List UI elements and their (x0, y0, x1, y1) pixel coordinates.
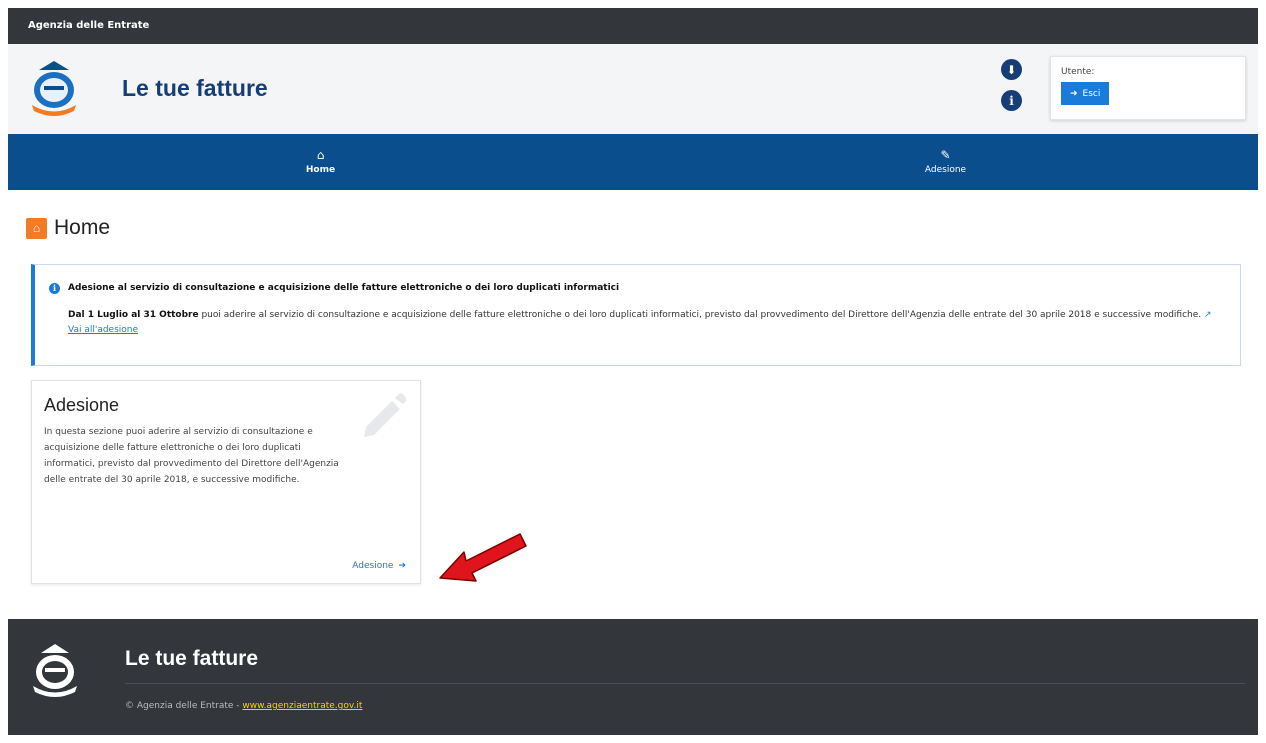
card-text: In questa sezione puoi aderire al serviz… (44, 427, 339, 485)
app-title: Le tue fatture (122, 75, 268, 101)
home-icon: ⌂ (316, 148, 325, 162)
alert-adesione-link[interactable]: Vai all'adesione (68, 325, 138, 335)
card-adesione-link[interactable]: Adesione ➔ (352, 561, 406, 571)
page-frame: Agenzia delle Entrate Le tue fatture ⬇ i… (8, 8, 1258, 735)
logout-icon: ➜ (1070, 88, 1078, 99)
main-content: ⌂ Home i Adesione al servizio di consult… (8, 190, 1258, 620)
nav-item-adesione[interactable]: ✎ Adesione (633, 134, 1258, 190)
footer-copyright: © Agenzia delle Entrate - www.agenziaent… (125, 701, 362, 711)
info-icon[interactable]: i (1001, 90, 1022, 111)
external-link-icon: ↗ (1204, 310, 1212, 320)
annotation-arrow-icon (439, 533, 527, 582)
alert-body-text: puoi aderire al servizio di consultazion… (198, 310, 1202, 320)
home-badge-icon: ⌂ (26, 217, 47, 239)
card-title: Adesione (44, 395, 120, 415)
alert-heading: i Adesione al servizio di consultazione … (49, 281, 1226, 296)
alert-period: Dal 1 Luglio al 31 Ottobre (68, 310, 199, 320)
main-nav: ⌂ Home ✎ Adesione (8, 134, 1258, 190)
info-alert: i Adesione al servizio di consultazione … (31, 264, 1241, 366)
footer-divider (125, 683, 1245, 684)
agency-site-link[interactable]: www.agenziaentrate.gov.it (242, 701, 362, 711)
user-label: Utente: (1061, 67, 1095, 77)
alert-body: Dal 1 Luglio al 31 Ottobre puoi aderire … (49, 308, 1226, 338)
logout-label: Esci (1082, 88, 1101, 99)
card-link-label: Adesione (352, 561, 394, 571)
nav-item-home[interactable]: ⌂ Home (8, 134, 633, 190)
footer-title: Le tue fatture (125, 647, 259, 670)
top-bar: Agenzia delle Entrate (8, 8, 1258, 44)
page-title: ⌂ Home (26, 216, 110, 240)
header-icons: ⬇ i (1001, 59, 1023, 121)
pencil-icon: ✎ (940, 148, 951, 162)
arrow-right-icon: ➔ (398, 561, 406, 571)
footer-agency-logo (33, 644, 77, 697)
agency-logo[interactable] (28, 58, 80, 116)
page-title-text: Home (54, 216, 111, 239)
logout-button[interactable]: ➜ Esci (1061, 82, 1110, 105)
header: Le tue fatture ⬇ i Utente: ➜ Esci (8, 44, 1258, 134)
pencil-icon (364, 393, 407, 437)
nav-home-label: Home (305, 165, 336, 175)
user-panel: Utente: ➜ Esci (1050, 56, 1246, 120)
copyright-text: © Agenzia delle Entrate - (125, 701, 243, 711)
download-icon[interactable]: ⬇ (1001, 59, 1022, 80)
agency-name[interactable]: Agenzia delle Entrate (28, 20, 149, 31)
alert-heading-text: Adesione al servizio di consultazione e … (68, 283, 620, 293)
adesione-card: Adesione In questa sezione puoi aderire … (31, 380, 421, 584)
nav-adesione-label: Adesione (924, 165, 967, 175)
alert-info-icon: i (49, 283, 60, 294)
footer: Le tue fatture © Agenzia delle Entrate -… (8, 619, 1258, 735)
